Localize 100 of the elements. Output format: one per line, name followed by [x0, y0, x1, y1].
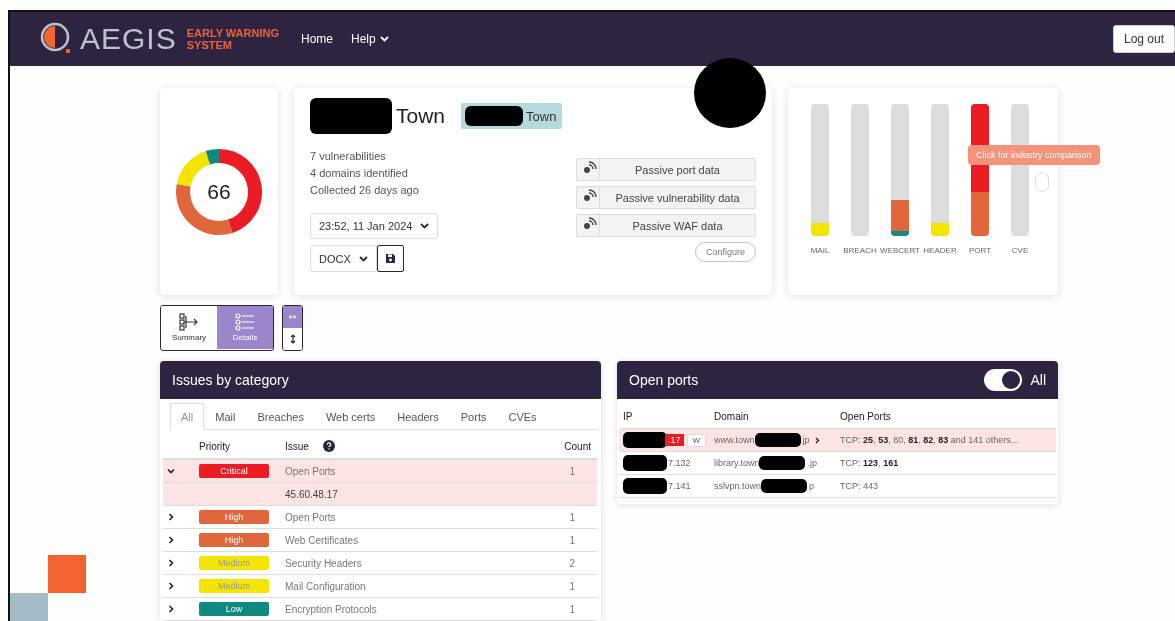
ports-text: TCP: 25, 53, 80, 81, 82, 83 and 141 others... [836, 428, 1056, 452]
domain-text: p [809, 481, 815, 491]
chevron-icon [167, 559, 175, 567]
table-cell: Security Headers [281, 551, 512, 575]
ip-address: 7.141 [667, 480, 692, 492]
brand-tagline: EARLY WARNING SYSTEM [186, 27, 279, 51]
category-tab[interactable]: Headers [386, 403, 450, 430]
priority-badge: High [199, 533, 269, 547]
column-header: Domain [710, 405, 837, 429]
ip-address: .17 [665, 434, 684, 446]
list-icon [235, 313, 255, 331]
category-label: WEBCERT [880, 246, 920, 255]
decorative-square [10, 593, 48, 621]
column-header: IP [619, 405, 711, 429]
stat-text: 7 vulnerabilities [310, 149, 387, 164]
configure-button[interactable]: Configure [694, 242, 756, 262]
nav-link[interactable]: Help [347, 32, 393, 46]
help-icon [322, 440, 335, 452]
domain-text: sslvpn.town [714, 481, 762, 491]
table-cell: 1 [512, 505, 597, 529]
expand-toggle[interactable] [167, 513, 175, 521]
target-name: Town [396, 104, 446, 128]
category-label: PORT [968, 246, 992, 255]
horizontal-arrows-icon [288, 314, 297, 320]
priority-badge: High [199, 510, 269, 524]
save-icon [384, 253, 396, 264]
category-label: MAIL [810, 246, 830, 255]
table-cell: Open Ports [281, 459, 512, 483]
diagram-icon [179, 313, 199, 331]
expand-toggle[interactable] [167, 467, 175, 475]
score-value: 66 [206, 179, 232, 204]
domain-text: www.town [714, 435, 755, 445]
domain-text: jp [802, 435, 810, 445]
table-cell: Mail Configuration [281, 574, 512, 598]
table-cell: 1 [512, 528, 597, 552]
domain-text: .jp [807, 458, 817, 468]
data-source-button[interactable]: Passive port data [576, 158, 756, 181]
chevron-icon [167, 605, 175, 613]
stat-text: Collected 26 days ago [310, 183, 420, 198]
stat-text: 4 domains identified [310, 166, 409, 181]
brand-name: AEGIS [80, 22, 177, 56]
table-cell: Web Certificates [281, 528, 512, 552]
waf-badge: W [686, 433, 707, 447]
domain-text: library.town [714, 458, 760, 468]
format-select[interactable]: DOCX [310, 245, 377, 272]
redaction-mark [754, 433, 801, 447]
category-tab[interactable]: Ports [449, 403, 498, 430]
ports-text: TCP: 443 [836, 474, 1056, 498]
caret-icon [358, 255, 368, 262]
category-label: HEADER [923, 246, 957, 255]
chevron-icon [814, 436, 820, 444]
ip-address: 7.132 [667, 457, 692, 469]
table-cell: 1 [512, 574, 597, 598]
chevron-icon [167, 467, 175, 475]
category-label: CVE [1011, 246, 1029, 255]
redaction-mark [761, 479, 808, 493]
table-cell: 1 [512, 597, 597, 621]
category-label: BREACH [843, 246, 877, 255]
table-cell: Encryption Protocols [281, 597, 512, 621]
panel-title: Open ports [629, 372, 699, 388]
save-button[interactable] [376, 245, 404, 272]
redaction-mark [623, 455, 667, 471]
vertical-arrows-icon [289, 334, 296, 344]
target-tag: Town [461, 103, 563, 129]
logout-button[interactable]: Log out [1112, 25, 1175, 53]
category-tab[interactable]: Web certs [314, 403, 387, 430]
priority-badge: Critical [199, 464, 269, 478]
caret-icon [420, 223, 430, 229]
priority-badge: Medium [199, 579, 269, 593]
chevron-icon [167, 582, 175, 590]
expand-toggle[interactable] [167, 605, 175, 613]
table-cell: 45.60.48.17 [281, 482, 597, 506]
toggle-label: All [1030, 372, 1046, 388]
redaction-mark [759, 456, 806, 470]
expand-toggle[interactable] [167, 536, 175, 544]
panel-title: Issues by category [172, 372, 289, 388]
column-header: Open Ports [836, 405, 1056, 429]
category-tab[interactable]: Mail [204, 403, 247, 430]
redaction-mark [623, 478, 667, 494]
chevron-icon [167, 513, 175, 521]
chevron-icon [167, 536, 175, 544]
data-source-button[interactable]: Passive vulnerability data [576, 186, 756, 209]
expand-toggle[interactable] [167, 559, 175, 567]
expand-toggle[interactable] [167, 582, 175, 590]
table-cell: Open Ports [281, 505, 512, 529]
redaction-mark [623, 432, 667, 448]
nav-link[interactable]: Home [297, 32, 337, 46]
priority-badge: Medium [199, 556, 269, 570]
toggle-switch[interactable] [984, 369, 1023, 391]
decorative-square [48, 555, 86, 593]
tooltip: Click for industry comparison [968, 145, 1100, 165]
category-tab[interactable]: CVEs [497, 403, 548, 430]
data-source-button[interactable]: Passive WAF data [576, 214, 756, 237]
ports-text: TCP: 123, 161 [836, 451, 1056, 475]
priority-badge: Low [199, 602, 269, 616]
date-select[interactable]: 23:52, 11 Jan 2024 [310, 213, 439, 239]
category-tab[interactable]: Breaches [246, 403, 315, 430]
layout-toggle[interactable] [283, 306, 302, 328]
table-cell: 2 [512, 551, 597, 575]
caret-icon [379, 36, 389, 42]
